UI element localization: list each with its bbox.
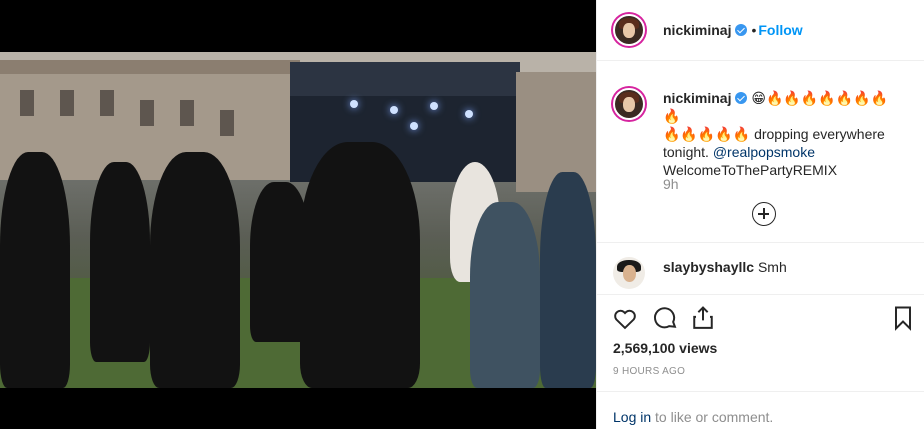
- caption-hashtag-text: WelcomeToTheParty: [663, 162, 793, 178]
- caption-hashtag-suffix: REMIX: [792, 162, 838, 178]
- video-scene-window: [180, 100, 194, 126]
- bookmark-icon[interactable]: [889, 304, 917, 332]
- avatar-face: [623, 22, 636, 39]
- view-count[interactable]: 2,569,100 views: [613, 340, 717, 356]
- follow-button[interactable]: Follow: [758, 22, 802, 38]
- caption-mention-link[interactable]: @realpopsmoke: [713, 144, 815, 160]
- video-scene-figure: [0, 152, 70, 388]
- heart-icon[interactable]: [611, 304, 639, 332]
- video-scene-light: [410, 122, 418, 130]
- video-scene-roof: [0, 60, 300, 74]
- post-caption: nickiminaj 😁🔥🔥🔥🔥🔥🔥🔥🔥 🔥🔥🔥🔥🔥 dropping ever…: [663, 89, 903, 179]
- commenter-username[interactable]: slaybyshayllc: [663, 259, 754, 275]
- action-bar: [611, 304, 915, 334]
- plus-circle-icon[interactable]: [752, 202, 776, 226]
- share-icon[interactable]: [689, 304, 717, 332]
- section-divider: [597, 294, 924, 295]
- video-scene-window: [20, 90, 34, 116]
- video-scene-light: [390, 106, 398, 114]
- video-scene-figure: [90, 162, 150, 362]
- login-prompt: Log in to like or comment.: [613, 409, 773, 425]
- comment-icon[interactable]: [651, 304, 679, 332]
- post-media[interactable]: [0, 0, 596, 429]
- login-link[interactable]: Log in: [613, 409, 651, 425]
- video-scene-figure: [300, 142, 420, 388]
- comment-text: Smh: [757, 259, 787, 275]
- header-info: nickiminaj • Follow: [663, 22, 803, 40]
- section-divider: [597, 242, 924, 243]
- video-scene-figure: [150, 152, 240, 388]
- verified-badge-icon: [735, 24, 748, 36]
- author-avatar[interactable]: [613, 14, 645, 46]
- caption-avatar[interactable]: [613, 88, 645, 120]
- post-header: nickiminaj • Follow: [597, 0, 924, 61]
- video-scene-light: [430, 102, 438, 110]
- login-prompt-text: to like or comment.: [651, 409, 774, 425]
- section-divider: [597, 391, 924, 392]
- caption-username[interactable]: nickiminaj: [663, 90, 731, 106]
- video-scene-window: [100, 90, 114, 116]
- caption-age[interactable]: 9h: [663, 176, 679, 192]
- commenter-avatar[interactable]: [613, 257, 645, 289]
- avatar-face: [622, 264, 637, 283]
- video-scene-window: [60, 90, 74, 116]
- caption-fire-line: 🔥🔥🔥🔥🔥: [663, 126, 751, 142]
- verified-badge-icon: [735, 92, 748, 104]
- video-scene-light: [350, 100, 358, 108]
- video-scene-canopy: [290, 62, 520, 96]
- avatar-face: [623, 96, 636, 113]
- video-player[interactable]: [0, 52, 596, 388]
- video-scene-figure: [470, 202, 540, 388]
- separator: •: [751, 22, 757, 38]
- comment-item: slaybyshayllc Smh: [663, 259, 787, 275]
- video-scene-window: [220, 110, 234, 136]
- video-scene-window: [140, 100, 154, 126]
- video-scene-figure: [540, 172, 596, 388]
- video-scene-light: [465, 110, 473, 118]
- post-sidebar: nickiminaj • Follow nickiminaj 😁🔥🔥🔥🔥🔥🔥🔥🔥 🔥…: [596, 0, 924, 429]
- post-time[interactable]: 9 HOURS AGO: [613, 366, 685, 377]
- author-username[interactable]: nickiminaj: [663, 22, 731, 38]
